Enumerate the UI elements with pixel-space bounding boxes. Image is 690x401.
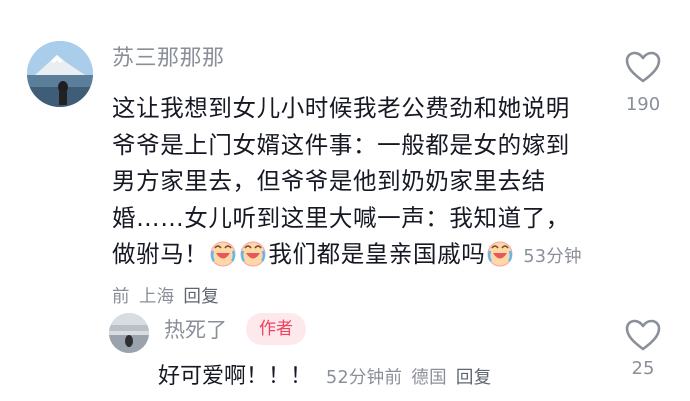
reply-text: 好可爱啊！！！ 52分钟前 德国 回复 bbox=[158, 358, 492, 390]
author-badge: 作者 bbox=[246, 313, 306, 345]
crying-laughing-emoji-icon bbox=[239, 239, 267, 267]
comment-location: 上海 bbox=[138, 286, 175, 307]
like-button[interactable]: 190 bbox=[624, 50, 662, 115]
comment-text: 这让我想到女儿小时候我老公费劲和她说明爷爷是上门女婿这件事：一般都是女的嫁到男方… bbox=[112, 90, 592, 315]
avatar[interactable] bbox=[27, 41, 93, 107]
reply-text-content: 好可爱啊！！！ bbox=[158, 364, 313, 389]
reply-avatar[interactable] bbox=[109, 313, 149, 353]
crying-laughing-emoji-icon bbox=[209, 239, 237, 267]
reply-time: 52分钟前 bbox=[326, 368, 403, 388]
reply-author-name[interactable]: 热死了 bbox=[164, 314, 227, 344]
comment-author-name[interactable]: 苏三那那那 bbox=[112, 40, 225, 72]
like-count: 190 bbox=[625, 94, 661, 115]
comment-text-part2: 我们都是皇亲国戚吗 bbox=[268, 240, 486, 268]
reply-button[interactable]: 回复 bbox=[183, 287, 219, 307]
crying-laughing-emoji-icon bbox=[486, 239, 514, 267]
reply-location: 德国 bbox=[411, 368, 447, 388]
heart-outline-icon bbox=[625, 319, 661, 351]
comment-thread: 苏三那那那 这让我想到女儿小时候我老公费劲和她说明爷爷是上门女婿这件事：一般都是… bbox=[0, 0, 690, 401]
heart-outline-icon bbox=[625, 51, 661, 83]
reply-like-count: 25 bbox=[631, 358, 655, 379]
reply-like-button[interactable]: 25 bbox=[624, 318, 662, 379]
reply-button[interactable]: 回复 bbox=[456, 368, 492, 388]
reply-meta: 52分钟前 德国 回复 bbox=[326, 368, 492, 388]
